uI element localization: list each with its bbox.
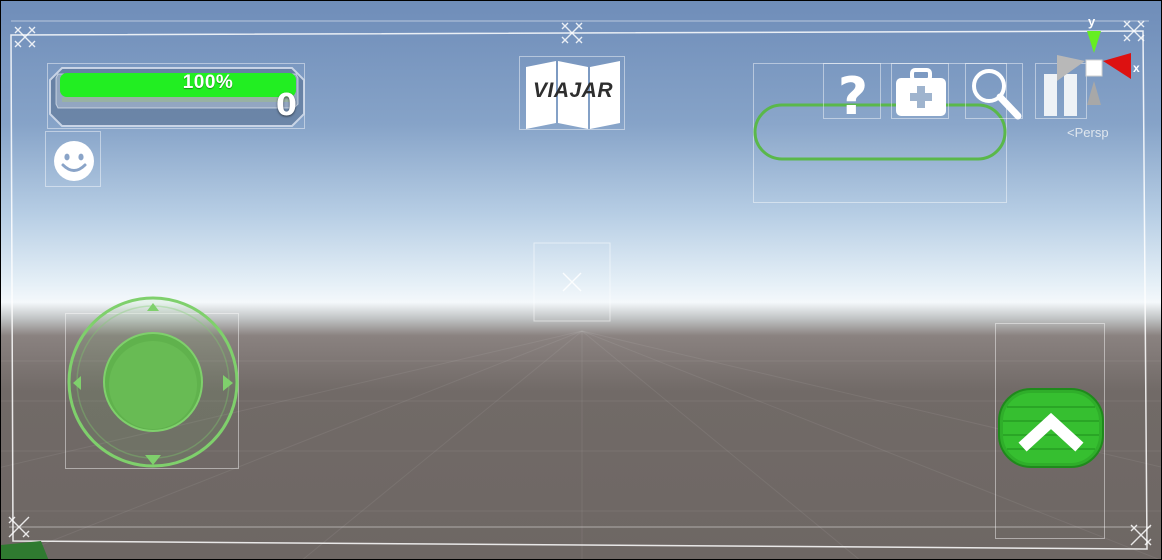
jump-button[interactable]	[997, 387, 1105, 469]
game-viewport: 100% 0 VIAJAR ? y x <Persp	[0, 0, 1162, 560]
virtual-joystick[interactable]	[1, 1, 1162, 560]
chevron-up-icon	[998, 388, 1104, 468]
